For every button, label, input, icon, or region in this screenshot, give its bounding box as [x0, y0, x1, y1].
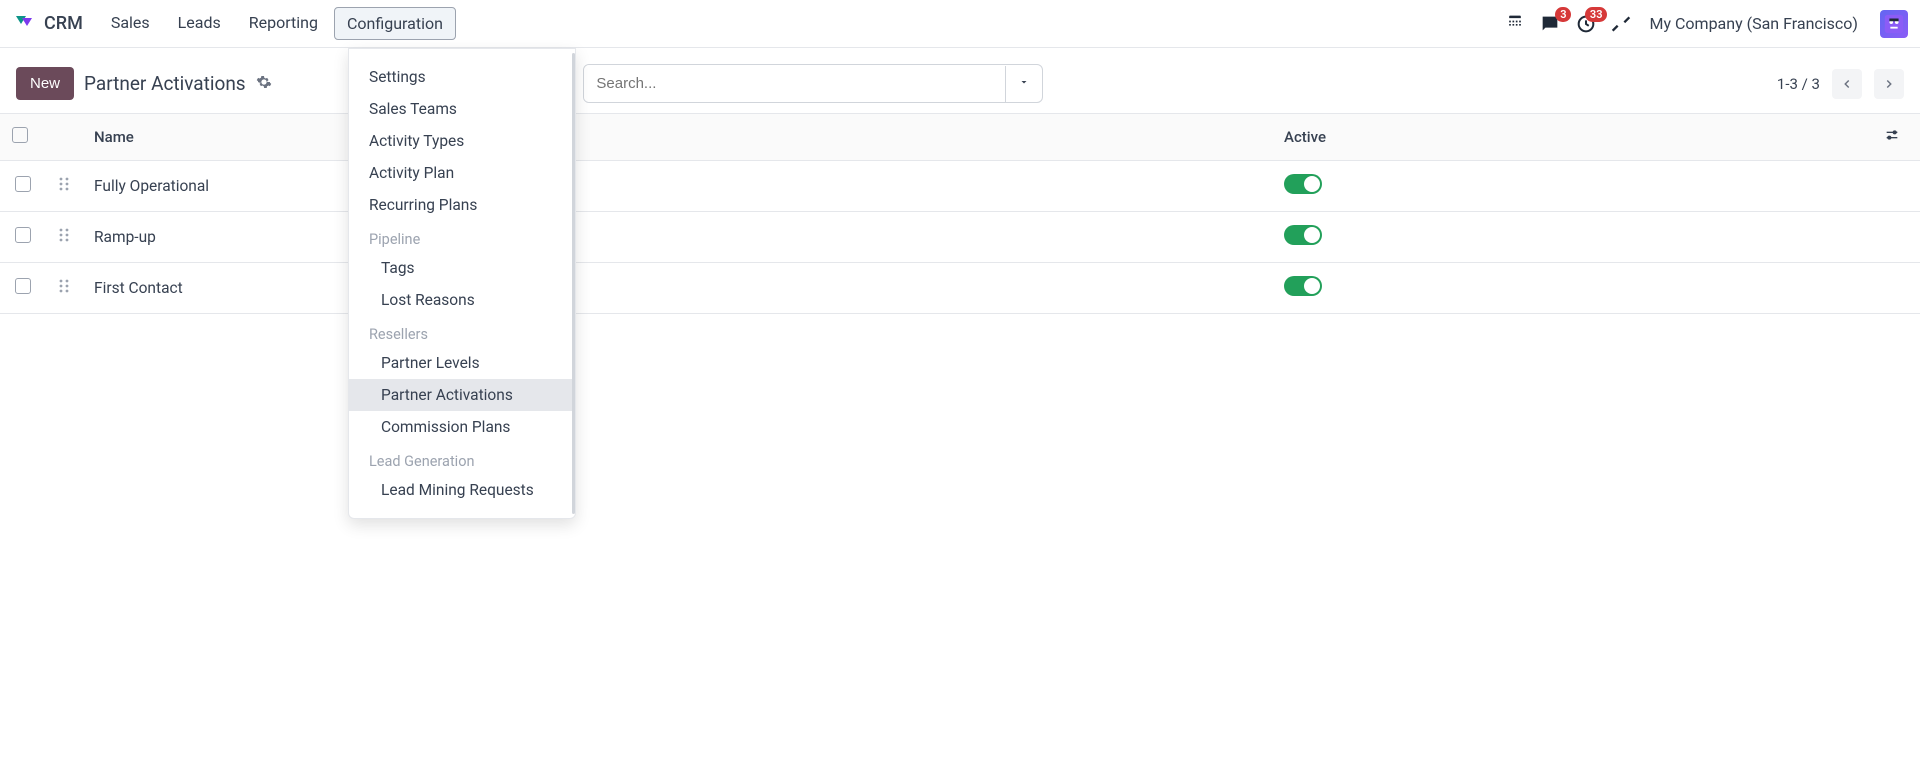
pager-prev-button[interactable]	[1832, 69, 1862, 99]
app-logo[interactable]	[12, 12, 36, 36]
dropdown-partner-levels[interactable]: Partner Levels	[349, 347, 575, 379]
search-wrap	[583, 64, 1043, 103]
nav-links: Sales Leads Reporting Configuration	[99, 7, 456, 40]
table-row[interactable]: Ramp-up	[0, 212, 1920, 263]
tools-icon[interactable]	[1611, 14, 1631, 34]
top-icons: 3 33 My Company (San Francisco)	[1505, 10, 1908, 38]
avatar[interactable]	[1880, 10, 1908, 38]
nav-reporting[interactable]: Reporting	[237, 7, 330, 40]
column-active[interactable]: Active	[1272, 114, 1872, 161]
table-row[interactable]: Fully Operational	[0, 161, 1920, 212]
row-name: First Contact	[82, 263, 1272, 314]
company-selector[interactable]: My Company (San Francisco)	[1649, 14, 1858, 33]
sliders-icon[interactable]	[1884, 129, 1900, 147]
drag-handle-icon[interactable]	[58, 280, 70, 298]
activity-clock-icon[interactable]: 33	[1575, 13, 1597, 35]
dropdown-lead-mining-requests[interactable]: Lead Mining Requests	[349, 474, 575, 506]
configuration-dropdown: SettingsSales TeamsActivity TypesActivit…	[348, 48, 576, 519]
dropdown-lost-reasons[interactable]: Lost Reasons	[349, 284, 575, 316]
pager: 1-3 / 3	[1777, 69, 1904, 99]
dropdown-lead-generation: Lead Generation	[349, 443, 575, 474]
dropdown-partner-activations[interactable]: Partner Activations	[349, 379, 575, 411]
dropdown-commission-plans[interactable]: Commission Plans	[349, 411, 575, 443]
dialer-icon[interactable]	[1505, 14, 1525, 34]
nav-sales[interactable]: Sales	[99, 7, 162, 40]
clock-badge: 33	[1585, 7, 1608, 22]
dropdown-recurring-plans[interactable]: Recurring Plans	[349, 189, 575, 221]
dropdown-settings[interactable]: Settings	[349, 61, 575, 93]
dropdown-pipeline: Pipeline	[349, 221, 575, 252]
search-dropdown-toggle[interactable]	[1005, 66, 1042, 102]
select-all-checkbox[interactable]	[12, 127, 28, 143]
column-name[interactable]: Name	[82, 114, 1272, 161]
row-checkbox[interactable]	[15, 278, 31, 294]
drag-handle-icon[interactable]	[58, 229, 70, 247]
row-checkbox[interactable]	[15, 176, 31, 192]
data-table: Name Active Fully OperationalRamp-upFirs…	[0, 113, 1920, 314]
dropdown-tags[interactable]: Tags	[349, 252, 575, 284]
row-checkbox[interactable]	[15, 227, 31, 243]
active-toggle[interactable]	[1284, 276, 1322, 296]
dropdown-activity-types[interactable]: Activity Types	[349, 125, 575, 157]
topbar: CRM Sales Leads Reporting Configuration …	[0, 0, 1920, 48]
pager-next-button[interactable]	[1874, 69, 1904, 99]
new-button[interactable]: New	[16, 67, 74, 100]
gear-icon[interactable]	[256, 74, 272, 94]
nav-configuration[interactable]: Configuration	[334, 7, 456, 40]
active-toggle[interactable]	[1284, 225, 1322, 245]
chat-icon[interactable]: 3	[1539, 13, 1561, 35]
search-input[interactable]	[584, 65, 1005, 102]
dropdown-resellers: Resellers	[349, 316, 575, 347]
subheader: New Partner Activations 1-3 / 3	[0, 48, 1920, 113]
brand-name[interactable]: CRM	[44, 13, 83, 34]
dropdown-sales-teams[interactable]: Sales Teams	[349, 93, 575, 125]
active-toggle[interactable]	[1284, 174, 1322, 194]
row-name: Fully Operational	[82, 161, 1272, 212]
nav-leads[interactable]: Leads	[166, 7, 233, 40]
dropdown-activity-plan[interactable]: Activity Plan	[349, 157, 575, 189]
row-name: Ramp-up	[82, 212, 1272, 263]
drag-handle-icon[interactable]	[58, 178, 70, 196]
chat-badge: 3	[1555, 7, 1571, 22]
page-title: Partner Activations	[84, 72, 246, 95]
pager-text: 1-3 / 3	[1777, 75, 1820, 93]
table-row[interactable]: First Contact	[0, 263, 1920, 314]
